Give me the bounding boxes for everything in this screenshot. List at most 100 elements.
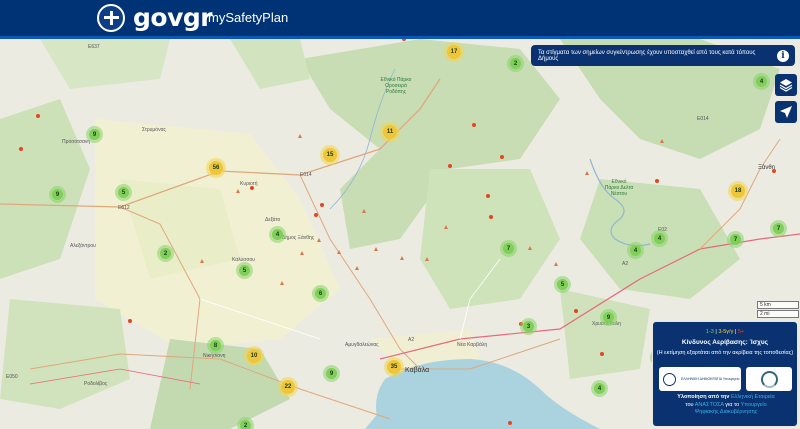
ministry-logo[interactable]: ΕΛΛΗΝΙΚΗ ΔΗΜΟΚΡΑΤΙΑ Υπουργείο xyxy=(659,367,741,391)
peak-marker xyxy=(280,281,284,285)
credits-text: Υλοποίηση από την Ελληνική Εταιρεία του … xyxy=(677,394,775,415)
place-label: Αμυγδαλεώνας xyxy=(345,342,379,348)
scale-bar-km: 5 km xyxy=(757,301,799,309)
top-header-bar: govgr mySafetyPlan xyxy=(0,0,800,36)
road-label: A2 xyxy=(622,261,629,267)
partner-ring-icon xyxy=(760,370,778,388)
cluster-marker[interactable]: 9 xyxy=(323,365,340,382)
incident-marker[interactable] xyxy=(489,215,493,219)
cluster-marker[interactable]: 7 xyxy=(500,240,517,257)
cluster-marker[interactable]: 4 xyxy=(651,230,668,247)
incident-marker[interactable] xyxy=(250,186,254,190)
cluster-marker[interactable]: 4 xyxy=(269,226,286,243)
cluster-marker[interactable]: 56 xyxy=(206,158,226,178)
peak-marker xyxy=(362,209,366,213)
cluster-marker[interactable]: 9 xyxy=(86,126,103,143)
incident-marker[interactable] xyxy=(314,213,318,217)
peak-marker xyxy=(444,225,448,229)
place-label: Καβάλα xyxy=(405,367,430,374)
peak-marker xyxy=(355,266,359,270)
place-label: Αλεξάντρου xyxy=(70,243,96,249)
cluster-marker[interactable]: 4 xyxy=(753,73,770,90)
incident-marker[interactable] xyxy=(36,114,40,118)
cluster-marker[interactable]: 2 xyxy=(507,55,524,72)
peak-marker xyxy=(585,171,589,175)
greek-flag-emblem-icon xyxy=(97,4,125,32)
place-label: Δήμος Ξάνθης xyxy=(282,235,315,241)
peak-marker xyxy=(298,134,302,138)
cluster-marker[interactable]: 9 xyxy=(49,186,66,203)
cluster-marker[interactable]: 4 xyxy=(627,242,644,259)
incident-marker[interactable] xyxy=(508,421,512,425)
cluster-marker[interactable]: 3 xyxy=(520,318,537,335)
incident-marker[interactable] xyxy=(19,147,23,151)
place-label: Δεξάτο xyxy=(265,217,281,223)
locate-me-button[interactable] xyxy=(775,101,797,123)
peak-marker xyxy=(300,251,304,255)
cluster-marker[interactable]: 7 xyxy=(770,220,787,237)
road-label: A2 xyxy=(408,337,415,343)
partner-logo[interactable] xyxy=(746,367,792,391)
road-label: E637 xyxy=(88,44,100,50)
peak-marker xyxy=(660,139,664,143)
cluster-marker[interactable]: 22 xyxy=(278,377,298,397)
incident-marker[interactable] xyxy=(448,164,452,168)
peak-marker xyxy=(200,259,204,263)
cluster-marker[interactable]: 10 xyxy=(244,346,264,366)
scale-bar-mi: 2 mi xyxy=(757,310,799,318)
info-banner: Τα στίγματα των σημείων συγκέντρωσης έχο… xyxy=(531,45,771,66)
cluster-marker[interactable]: 35 xyxy=(384,357,404,377)
cluster-marker[interactable]: 8 xyxy=(207,337,224,354)
risk-legend: 1-3 | 3-5γ/γ | 5+ xyxy=(705,329,745,335)
incident-marker[interactable] xyxy=(472,123,476,127)
cluster-marker[interactable]: 2 xyxy=(237,417,254,429)
road-label: E612 xyxy=(118,205,130,211)
risk-title: Κίνδυνος Αερίβασης: Ίσχυς xyxy=(681,339,769,346)
peak-marker xyxy=(236,189,240,193)
cluster-marker[interactable]: 4 xyxy=(591,380,608,397)
peak-marker xyxy=(317,238,321,242)
layers-icon xyxy=(779,79,793,92)
road-label: E050 xyxy=(6,374,18,380)
cluster-marker[interactable]: 5 xyxy=(236,262,253,279)
park-label: Εθνικό Πάρκο Οροσειρά Ροδόπης xyxy=(380,77,412,95)
incident-marker[interactable] xyxy=(600,352,604,356)
cluster-marker[interactable]: 2 xyxy=(157,245,174,262)
place-label: Κυριοτή xyxy=(240,181,258,187)
govgr-logo[interactable]: govgr xyxy=(133,3,213,32)
incident-marker[interactable] xyxy=(320,203,324,207)
cluster-marker[interactable]: 5 xyxy=(115,184,132,201)
cluster-marker[interactable]: 6 xyxy=(312,285,329,302)
cluster-marker[interactable]: 5 xyxy=(554,276,571,293)
park-label: Εθνικό Πάρκο Δελτα Νέστου xyxy=(604,179,634,197)
place-label: Ροδολίβος xyxy=(84,381,108,387)
layers-button[interactable] xyxy=(775,74,797,96)
locate-arrow-icon xyxy=(780,106,792,118)
cluster-marker[interactable]: 9 xyxy=(600,309,617,326)
cluster-marker[interactable]: 15 xyxy=(320,145,340,165)
greek-seal-icon xyxy=(663,372,676,386)
cluster-marker[interactable]: 11 xyxy=(380,122,400,142)
incident-marker[interactable] xyxy=(500,155,504,159)
info-button[interactable]: i xyxy=(771,45,795,66)
incident-marker[interactable] xyxy=(128,319,132,323)
peak-marker xyxy=(400,256,404,260)
peak-marker xyxy=(337,250,341,254)
incident-marker[interactable] xyxy=(772,169,776,173)
peak-marker xyxy=(425,257,429,261)
place-label: Πρόσοτσανη xyxy=(62,139,91,145)
incident-marker[interactable] xyxy=(486,194,490,198)
cluster-marker[interactable]: 18 xyxy=(728,181,748,201)
cluster-marker[interactable]: 7 xyxy=(727,231,744,248)
app-title: mySafetyPlan xyxy=(208,10,289,25)
road-label: E014 xyxy=(300,172,312,178)
place-label: Νέα Καρβάλη xyxy=(457,342,488,348)
road-label: E014 xyxy=(697,116,709,122)
info-icon: i xyxy=(777,49,789,62)
peak-marker xyxy=(554,262,558,266)
peak-marker xyxy=(374,247,378,251)
incident-marker[interactable] xyxy=(655,179,659,183)
cluster-marker[interactable]: 17 xyxy=(444,42,464,62)
risk-info-panel: 1-3 | 3-5γ/γ | 5+ Κίνδυνος Αερίβασης: Ίσ… xyxy=(652,321,798,427)
incident-marker[interactable] xyxy=(574,309,578,313)
